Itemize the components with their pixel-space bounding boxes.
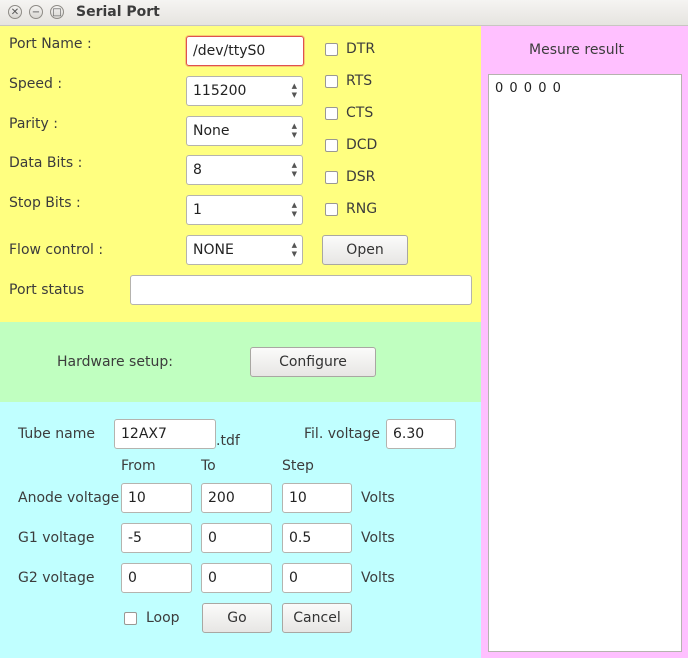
tube-name-input[interactable]: 12AX7 — [114, 419, 216, 449]
data-bits-value: 8 — [193, 162, 202, 178]
g1-unit-label: Volts — [361, 530, 395, 546]
go-button[interactable]: Go — [202, 603, 272, 633]
stop-bits-value: 1 — [193, 202, 202, 218]
anode-to-input[interactable]: 200 — [201, 483, 272, 513]
fil-voltage-label: Fil. voltage — [304, 426, 381, 442]
g2-step-input[interactable]: 0 — [282, 563, 352, 593]
dcd-label: DCD — [346, 137, 378, 153]
g2-unit-label: Volts — [361, 570, 395, 586]
maximize-icon[interactable]: □ — [50, 5, 64, 19]
g1-voltage-label: G1 voltage — [18, 530, 95, 546]
flow-control-value: NONE — [193, 242, 234, 258]
port-name-label: Port Name : — [9, 36, 92, 52]
spin-arrows-icon: ▲ ▼ — [291, 241, 297, 258]
port-name-input[interactable]: /dev/ttyS0 — [186, 36, 304, 66]
flow-control-combo[interactable]: NONE ▲ ▼ — [186, 235, 303, 265]
data-bits-label: Data Bits : — [9, 155, 83, 171]
parity-label: Parity : — [9, 116, 58, 132]
spin-arrows-icon: ▲ ▼ — [291, 161, 297, 178]
col-step-header: Step — [282, 458, 314, 474]
anode-from-input[interactable]: 10 — [121, 483, 192, 513]
result-text: 0 0 0 0 0 — [495, 81, 562, 96]
stop-bits-combo[interactable]: 1 ▲ ▼ — [186, 195, 303, 225]
g1-to-input[interactable]: 0 — [201, 523, 272, 553]
window-title: Serial Port — [76, 4, 160, 20]
port-status-label: Port status — [9, 282, 85, 298]
loop-checkbox[interactable] — [124, 612, 137, 625]
anode-unit-label: Volts — [361, 490, 395, 506]
close-icon[interactable]: ✕ — [8, 5, 22, 19]
rts-checkbox[interactable] — [325, 75, 338, 88]
dtr-label: DTR — [346, 41, 376, 57]
port-status-field[interactable] — [130, 275, 472, 305]
cts-checkbox[interactable] — [325, 107, 338, 120]
rng-label: RNG — [346, 201, 378, 217]
tube-name-label: Tube name — [18, 426, 95, 442]
dsr-label: DSR — [346, 169, 376, 185]
dsr-checkbox[interactable] — [325, 171, 338, 184]
tube-ext-label: .tdf — [216, 433, 240, 449]
g1-step-input[interactable]: 0.5 — [282, 523, 352, 553]
fil-voltage-input[interactable]: 6.30 — [386, 419, 456, 449]
rts-label: RTS — [346, 73, 373, 89]
open-button[interactable]: Open — [322, 235, 408, 265]
configure-button[interactable]: Configure — [250, 347, 376, 377]
g2-to-input[interactable]: 0 — [201, 563, 272, 593]
g1-from-input[interactable]: -5 — [121, 523, 192, 553]
stop-bits-label: Stop Bits : — [9, 195, 81, 211]
spin-arrows-icon: ▲ ▼ — [291, 82, 297, 99]
parity-combo[interactable]: None ▲ ▼ — [186, 116, 303, 146]
speed-combo[interactable]: 115200 ▲ ▼ — [186, 76, 303, 106]
hardware-setup-label: Hardware setup: — [57, 354, 173, 370]
g2-from-input[interactable]: 0 — [121, 563, 192, 593]
cancel-button[interactable]: Cancel — [282, 603, 352, 633]
spin-arrows-icon: ▲ ▼ — [291, 122, 297, 139]
anode-voltage-label: Anode voltage — [18, 490, 120, 506]
loop-label: Loop — [146, 610, 180, 626]
g2-voltage-label: G2 voltage — [18, 570, 95, 586]
cts-label: CTS — [346, 105, 374, 121]
dtr-checkbox[interactable] — [325, 43, 338, 56]
dcd-checkbox[interactable] — [325, 139, 338, 152]
col-from-header: From — [121, 458, 156, 474]
col-to-header: To — [201, 458, 216, 474]
spin-arrows-icon: ▲ ▼ — [291, 201, 297, 218]
speed-value: 115200 — [193, 83, 247, 99]
flow-control-label: Flow control : — [9, 242, 104, 258]
data-bits-combo[interactable]: 8 ▲ ▼ — [186, 155, 303, 185]
result-title: Mesure result — [529, 42, 624, 58]
anode-step-input[interactable]: 10 — [282, 483, 352, 513]
rng-checkbox[interactable] — [325, 203, 338, 216]
result-textarea[interactable]: 0 0 0 0 0 — [488, 74, 682, 652]
parity-value: None — [193, 123, 230, 139]
minimize-icon[interactable]: − — [29, 5, 43, 19]
speed-label: Speed : — [9, 76, 63, 92]
title-bar: ✕ − □ Serial Port — [0, 0, 688, 26]
